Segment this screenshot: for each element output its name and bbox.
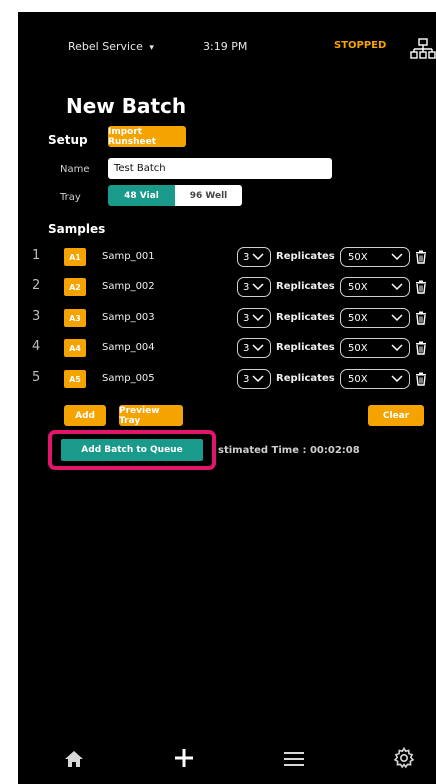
setup-heading: Setup [48,133,88,147]
queue-highlight: Add Batch to Queue [48,430,216,470]
tray-option-48-vial[interactable]: 48 Vial [108,185,175,206]
replicates-label: Replicates [276,373,335,384]
service-dropdown[interactable]: Rebel Service ▾ [68,40,154,53]
tray-selector[interactable]: 48 Vial 96 Well [108,185,242,206]
clock-time: 3:19 PM [203,40,248,53]
sample-name[interactable]: Samp_003 [102,312,155,323]
chevron-down-icon [391,344,403,352]
well-badge[interactable]: A4 [64,339,86,357]
sample-row: 4 A4 Samp_004 3 Replicates 50X [18,337,436,359]
sample-row: 3 A3 Samp_003 3 Replicates 50X [18,307,436,329]
replicates-label: Replicates [276,281,335,292]
chevron-down-icon [252,344,264,352]
dilution-select[interactable]: 50X [340,247,410,267]
add-sample-button[interactable]: Add [64,405,106,426]
replicates-select[interactable]: 3 [237,308,271,328]
samples-heading: Samples [48,222,106,236]
row-number: 5 [32,370,41,385]
dilution-value: 50X [348,373,368,385]
dilution-value: 50X [348,281,368,293]
well-badge[interactable]: A1 [64,248,86,266]
sample-name[interactable]: Samp_002 [102,281,155,292]
chevron-down-icon [252,253,264,261]
well-badge[interactable]: A3 [64,309,86,327]
page-title: New Batch [66,94,187,118]
network-icon[interactable] [410,38,436,60]
chevron-down-icon: ▾ [149,43,154,53]
sample-row: 5 A5 Samp_005 3 Replicates 50X [18,368,436,390]
well-badge[interactable]: A5 [64,370,86,388]
replicates-select[interactable]: 3 [237,369,271,389]
trash-icon[interactable] [415,250,427,264]
trash-icon[interactable] [415,311,427,325]
trash-icon[interactable] [415,341,427,355]
dilution-select[interactable]: 50X [340,369,410,389]
dilution-value: 50X [348,342,368,354]
clear-button[interactable]: Clear [368,405,424,426]
sample-name[interactable]: Samp_005 [102,373,155,384]
row-number: 2 [32,278,41,293]
row-number: 4 [32,339,41,354]
chevron-down-icon [252,314,264,322]
replicates-label: Replicates [276,251,335,262]
dilution-value: 50X [348,251,368,263]
dilution-select[interactable]: 50X [340,277,410,297]
dilution-select[interactable]: 50X [340,308,410,328]
trash-icon[interactable] [415,280,427,294]
dilution-value: 50X [348,312,368,324]
plus-icon[interactable] [170,744,198,772]
tray-label: Tray [60,192,81,203]
chevron-down-icon [391,375,403,383]
dilution-select[interactable]: 50X [340,338,410,358]
app-screen: Rebel Service ▾ 3:19 PM STOPPED New Batc… [18,12,436,784]
add-batch-to-queue-button[interactable]: Add Batch to Queue [61,439,203,461]
import-runsheet-button[interactable]: Import Runsheet [108,126,186,147]
estimated-time: stimated Time : 00:02:08 [218,445,360,456]
row-number: 3 [32,309,41,324]
sample-row: 1 A1 Samp_001 3 Replicates 50X [18,246,436,268]
home-icon[interactable] [60,746,88,772]
chevron-down-icon [252,283,264,291]
replicates-value: 3 [243,251,250,263]
replicates-select[interactable]: 3 [237,277,271,297]
preview-tray-button[interactable]: Preview Tray [119,405,183,426]
chevron-down-icon [252,375,264,383]
instrument-status: STOPPED [334,40,387,51]
trash-icon[interactable] [415,372,427,386]
replicates-value: 3 [243,312,250,324]
replicates-value: 3 [243,373,250,385]
chevron-down-icon [391,253,403,261]
row-number: 1 [32,248,41,263]
settings-icon[interactable] [390,744,418,772]
name-label: Name [60,164,90,175]
service-label: Rebel Service [68,40,143,53]
menu-icon[interactable] [280,746,308,772]
well-badge[interactable]: A2 [64,278,86,296]
sample-row: 2 A2 Samp_002 3 Replicates 50X [18,276,436,298]
replicates-select[interactable]: 3 [237,247,271,267]
tray-option-96-well[interactable]: 96 Well [175,185,242,206]
batch-name-input[interactable]: Test Batch [108,158,332,179]
sample-name[interactable]: Samp_001 [102,251,155,262]
sample-name[interactable]: Samp_004 [102,342,155,353]
replicates-value: 3 [243,342,250,354]
replicates-label: Replicates [276,312,335,323]
replicates-value: 3 [243,281,250,293]
chevron-down-icon [391,283,403,291]
chevron-down-icon [391,314,403,322]
replicates-label: Replicates [276,342,335,353]
replicates-select[interactable]: 3 [237,338,271,358]
